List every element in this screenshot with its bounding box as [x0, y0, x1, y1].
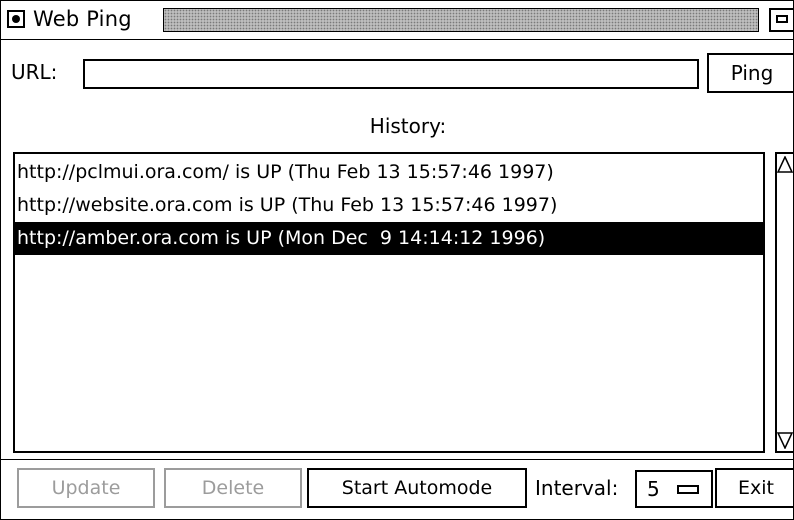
history-list-item[interactable]: http://pclmui.ora.com/ is UP (Thu Feb 13…: [15, 156, 763, 189]
button-bar: Update Delete Start Automode Interval: 5…: [1, 459, 793, 519]
exit-button[interactable]: Exit: [715, 468, 793, 508]
delete-button[interactable]: Delete: [164, 468, 302, 508]
scroll-up-arrow-icon[interactable]: [777, 156, 793, 174]
option-menu-indicator-icon: [677, 485, 699, 494]
scroll-down-arrow-icon[interactable]: [777, 431, 793, 449]
web-ping-window: Web Ping URL: Ping History: http://pclmu…: [0, 0, 794, 520]
start-automode-button[interactable]: Start Automode: [307, 468, 527, 508]
url-label: URL:: [11, 60, 58, 84]
history-list-item-selected[interactable]: http://amber.ora.com is UP (Mon Dec 9 14…: [15, 222, 763, 255]
interval-label: Interval:: [535, 476, 619, 500]
history-scrollbar[interactable]: [775, 152, 793, 453]
maximize-icon[interactable]: [769, 8, 793, 32]
url-row: URL: Ping: [1, 40, 793, 102]
title-bar[interactable]: Web Ping: [1, 1, 793, 40]
history-label: History:: [369, 114, 447, 138]
title-bar-drag-area[interactable]: [163, 8, 759, 32]
history-list-item[interactable]: http://website.ora.com is UP (Thu Feb 13…: [15, 189, 763, 222]
window-title: Web Ping: [33, 7, 132, 31]
close-icon[interactable]: [7, 10, 25, 28]
interval-option-menu[interactable]: 5: [635, 470, 713, 508]
url-input[interactable]: [83, 59, 699, 89]
interval-value: 5: [647, 477, 660, 501]
history-list[interactable]: http://pclmui.ora.com/ is UP (Thu Feb 13…: [13, 152, 765, 453]
update-button[interactable]: Update: [17, 468, 155, 508]
ping-button[interactable]: Ping: [707, 53, 793, 93]
